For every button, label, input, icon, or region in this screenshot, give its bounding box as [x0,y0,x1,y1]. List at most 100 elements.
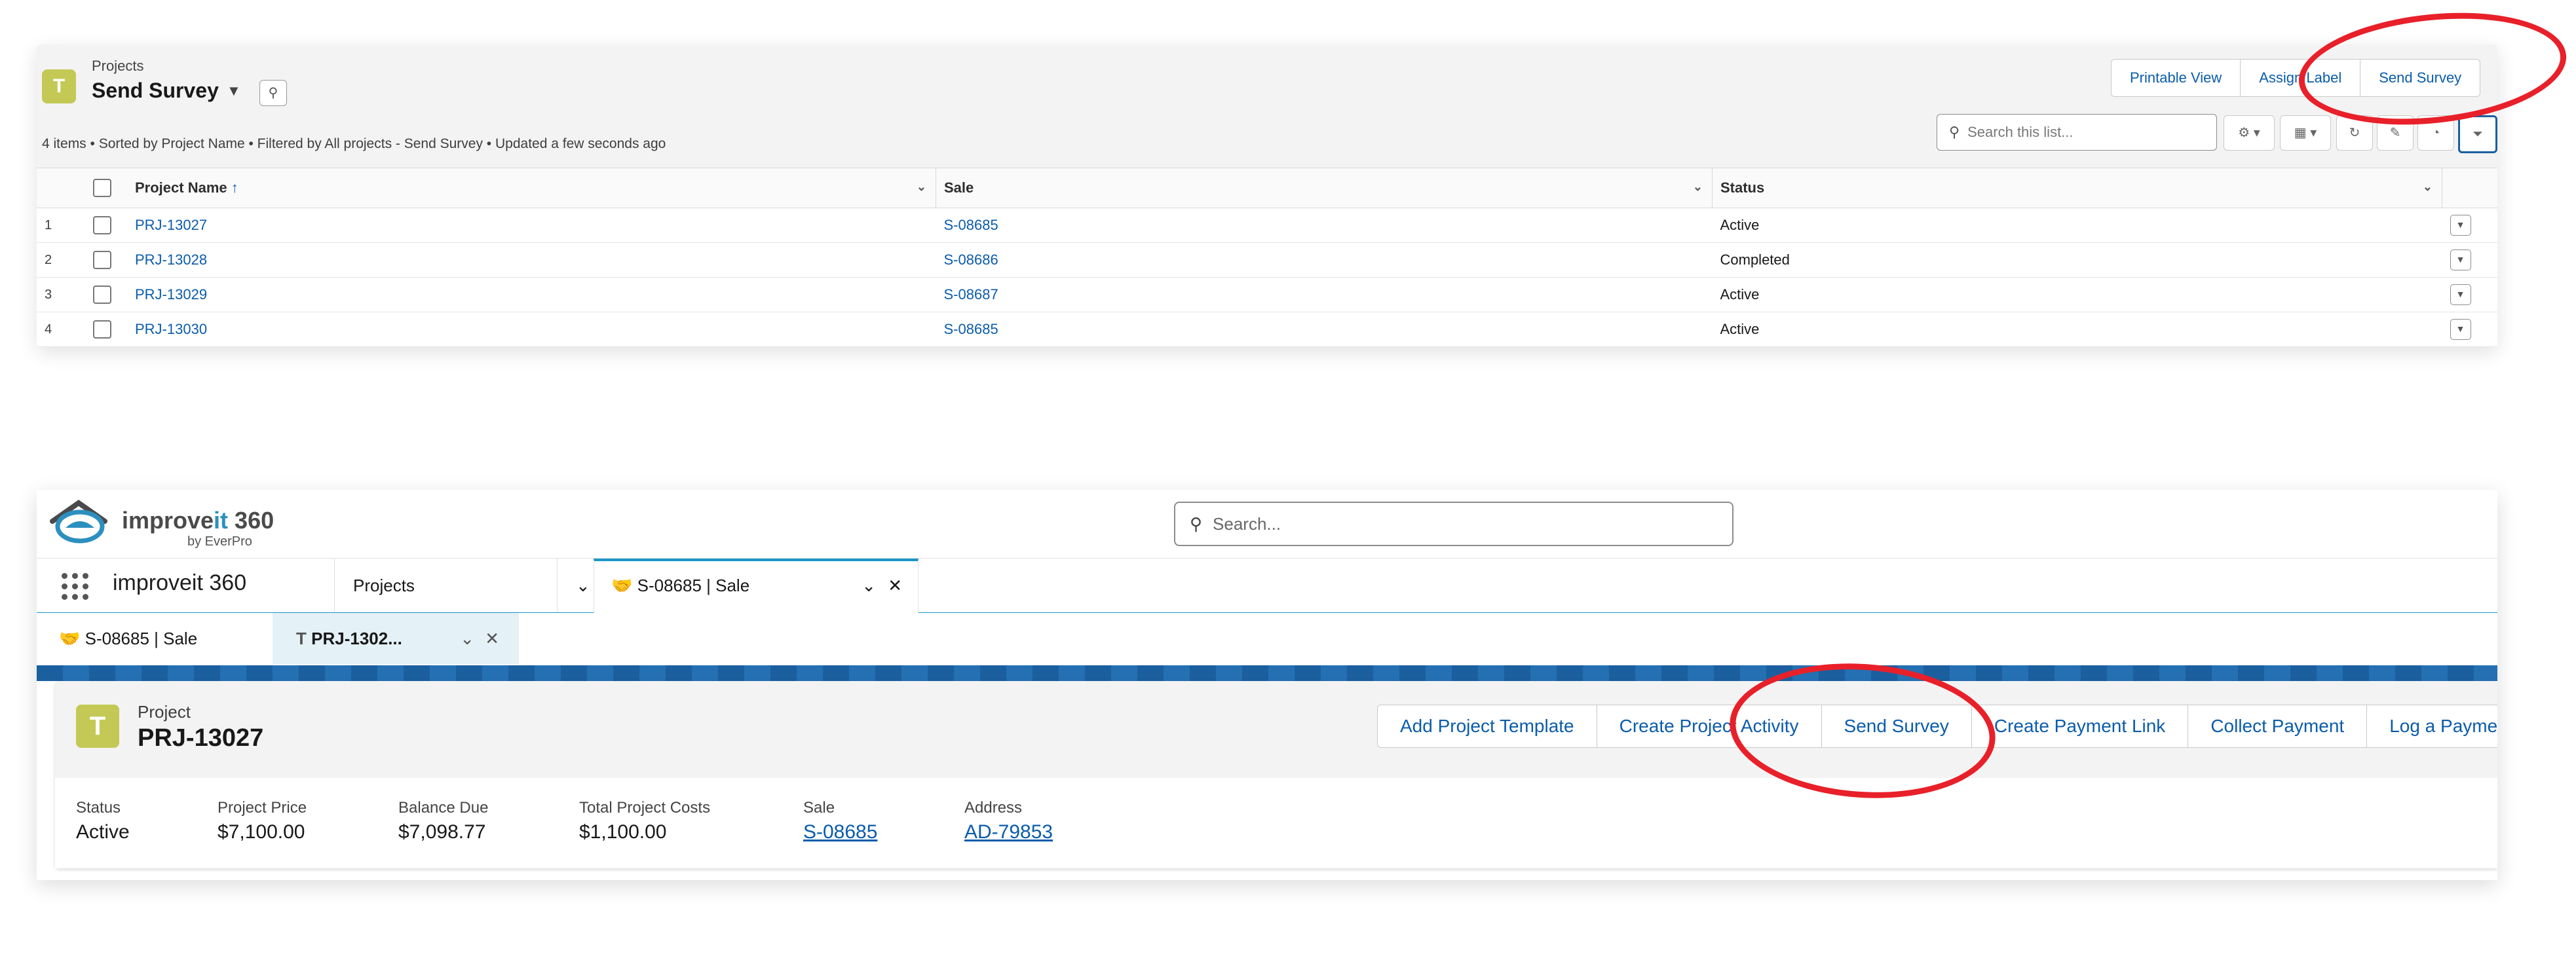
field-value: $7,098.77 [398,821,486,843]
field-label: Status [76,799,121,817]
row-checkbox[interactable] [93,216,111,235]
row-actions: ▼ [2442,312,2497,347]
project-link[interactable]: PRJ-13030 [127,312,936,347]
field-sale: Sale S-08685 [803,799,877,843]
log-a-payment-button[interactable]: Log a Payment [2367,705,2497,748]
row-actions: ▼ [2442,208,2497,243]
column-header-sale[interactable]: Sale ⌄ [936,168,1713,208]
create-payment-link-button[interactable]: Create Payment Link [1971,705,2189,748]
row-number: 3 [37,277,85,312]
actions-header [2442,168,2497,208]
field-label: Balance Due [398,799,489,817]
field-total-project-costs: Total Project Costs $1,100.00 [579,799,710,843]
chevron-down-icon[interactable]: ⌄ [1693,180,1703,194]
object-label: Projects [92,58,144,74]
close-icon[interactable]: ✕ [888,561,902,610]
field-value: Active [76,821,130,843]
project-link[interactable]: PRJ-13029 [127,277,936,312]
field-balance-due: Balance Due $7,098.77 [398,799,488,843]
subtab-project[interactable]: T PRJ-1302... ⌄ ✕ [273,613,519,664]
record-banner [37,665,2497,681]
row-checkbox[interactable] [93,286,111,305]
row-number: 4 [37,312,85,347]
filter-icon[interactable]: ⏷ [2458,115,2497,153]
row-menu-icon[interactable]: ▼ [2450,284,2471,305]
subtab-label: PRJ-1302... [311,629,402,648]
nav-item-label: Projects [353,576,415,595]
record-title: PRJ-13027 [138,724,264,752]
app-name: improveit 360 [113,570,247,595]
field-value: $7,100.00 [218,821,305,843]
tab-sale[interactable]: 🤝 S-08685 | Sale ⌄ ✕ [594,559,919,614]
sale-link[interactable]: S-08687 [936,277,1713,312]
status-cell: Active [1712,312,2442,347]
sale-link[interactable]: S-08685 [936,312,1713,347]
list-view-panel: T Projects Send Survey ▼ ⚲ 4 items • Sor… [37,45,2497,347]
project-link[interactable]: PRJ-13027 [127,208,936,243]
column-header-project-name[interactable]: Project Name ↑ ⌄ [127,168,936,208]
add-project-template-button[interactable]: Add Project Template [1377,705,1597,748]
project-object-icon: T [42,69,76,103]
project-link[interactable]: PRJ-13028 [127,242,936,278]
field-label: Sale [803,799,835,817]
sort-arrow-icon: ↑ [231,179,238,196]
table-header-row: Project Name ↑ ⌄ Sale ⌄ Status ⌄ [37,168,2497,208]
global-search-input[interactable]: ⚲ Search... [1174,502,1733,546]
brand-name: improveit 360 [122,507,274,534]
row-checkbox[interactable] [93,251,111,270]
record-object-label: Project [138,702,191,722]
row-actions: ▼ [2442,242,2497,278]
list-view-title[interactable]: Send Survey [92,79,219,103]
select-all-header [85,168,127,208]
sale-link[interactable]: S-08685 [936,208,1713,243]
chevron-down-icon[interactable]: ⌄ [2423,180,2433,194]
handshake-icon: 🤝 [59,629,81,648]
chevron-down-icon[interactable]: ⌄ [460,613,474,664]
column-label: Status [1720,179,1765,196]
field-address: Address AD-79853 [964,799,1053,843]
brand-it: it [214,507,229,534]
printable-view-button[interactable]: Printable View [2111,59,2241,97]
status-cell: Active [1712,277,2442,312]
table-row: 4 PRJ-13030 S-08685 Active ▼ [37,312,2497,347]
row-menu-icon[interactable]: ▼ [2450,249,2471,270]
subtab-sale[interactable]: 🤝 S-08685 | Sale [52,613,301,664]
record-page-panel: improveit 360 by EverPro ⚲ Search... impr… [37,490,2497,880]
close-icon[interactable]: ✕ [485,613,499,664]
app-launcher-icon[interactable] [62,573,89,600]
field-label: Total Project Costs [579,799,711,817]
project-object-icon: T [76,705,119,748]
chevron-down-icon[interactable]: ⌄ [862,561,876,610]
chevron-down-icon[interactable]: ⌄ [917,180,926,194]
subtab-bar: 🤝 S-08685 | Sale T PRJ-1302... ⌄ ✕ [37,613,2497,665]
table-row: 3 PRJ-13029 S-08687 Active ▼ [37,277,2497,312]
handshake-icon: 🤝 [611,576,633,595]
field-status: Status Active [76,799,130,843]
nav-item-projects[interactable]: Projects [334,559,576,612]
column-header-status[interactable]: Status ⌄ [1712,168,2442,208]
subtab-label: S-08685 | Sale [85,629,198,648]
sale-link[interactable]: S-08686 [936,242,1713,278]
settings-gear-icon[interactable]: ⚙ ▾ [2224,115,2275,151]
row-checkbox[interactable] [93,320,111,339]
row-actions: ▼ [2442,277,2497,312]
pin-icon[interactable]: ⚲ [259,80,287,106]
highlights-panel: Status Active Project Price $7,100.00 Ba… [55,778,2497,868]
list-table: Project Name ↑ ⌄ Sale ⌄ Status ⌄ 1 PRJ-1… [37,168,2497,347]
row-number: 1 [37,208,85,243]
sale-link[interactable]: S-08685 [803,821,877,843]
list-status-line: 4 items • Sorted by Project Name • Filte… [42,136,666,151]
row-select [85,242,127,278]
row-number: 2 [37,242,85,278]
chevron-down-icon[interactable]: ▼ [227,83,241,100]
list-search-input[interactable]: ⚲ Search this list... [1937,114,2217,151]
row-menu-icon[interactable]: ▼ [2450,215,2471,236]
address-link[interactable]: AD-79853 [964,821,1053,843]
field-project-price: Project Price $7,100.00 [218,799,307,843]
display-as-table-icon[interactable]: ▦ ▾ [2280,115,2331,151]
search-icon: ⚲ [1190,514,1203,534]
row-menu-icon[interactable]: ▼ [2450,319,2471,340]
column-label: Sale [944,179,974,196]
select-all-checkbox[interactable] [93,179,111,198]
collect-payment-button[interactable]: Collect Payment [2188,705,2368,748]
